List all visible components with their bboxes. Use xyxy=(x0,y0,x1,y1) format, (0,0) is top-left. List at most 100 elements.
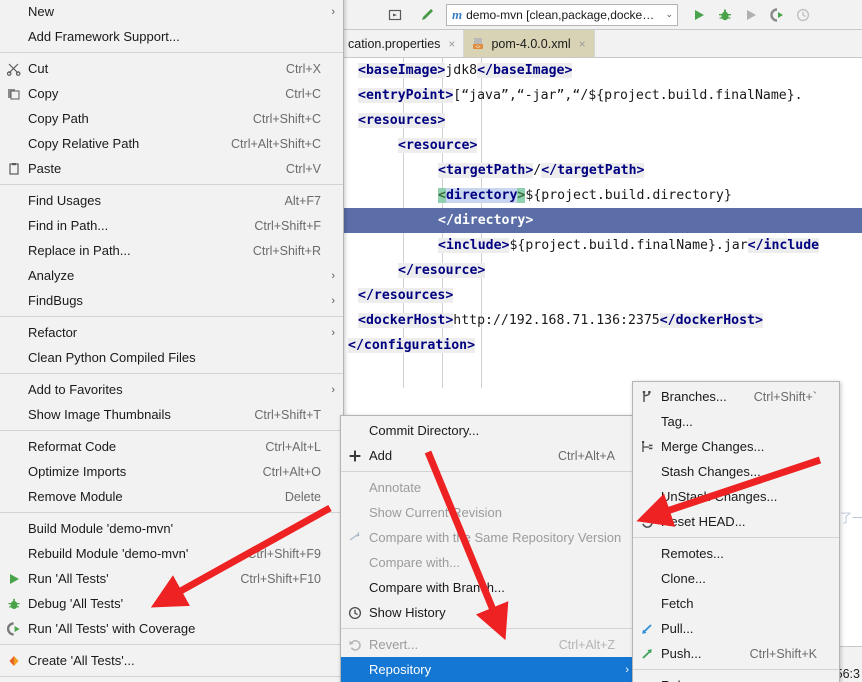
project-structure-icon[interactable] xyxy=(382,3,408,27)
context-menu-item-add-framework-support[interactable]: Add Framework Support... xyxy=(0,24,343,49)
menu-item-label: Analyze xyxy=(28,268,75,283)
context-menu-item-create-all-tests[interactable]: Create 'All Tests'... xyxy=(0,648,343,673)
coverage-icon[interactable] xyxy=(764,3,790,27)
code-token: <resource> xyxy=(398,138,478,153)
context-menu-item-run-all-tests-with-coverage[interactable]: Run 'All Tests' with Coverage xyxy=(0,616,343,641)
menu-item-label: Cut xyxy=(28,61,49,76)
repository-submenu-item-remotes[interactable]: Remotes... xyxy=(633,541,839,566)
close-icon[interactable]: × xyxy=(448,37,455,51)
context-menu-item-copy-path[interactable]: Copy Path Ctrl+Shift+C xyxy=(0,106,343,131)
git-submenu-item-annotate[interactable]: Annotate xyxy=(341,475,637,500)
run-icon[interactable] xyxy=(686,3,712,27)
git-submenu[interactable]: Commit Directory... Add Ctrl+Alt+A Annotate… xyxy=(340,415,638,682)
repository-submenu-item-clone[interactable]: Clone... xyxy=(633,566,839,591)
context-menu-item-build-module-demo-mvn[interactable]: Build Module 'demo-mvn' xyxy=(0,516,343,541)
code-line: <baseImage>jdk8</baseImage> xyxy=(340,58,862,83)
context-menu-item-run-all-tests[interactable]: Run 'All Tests' Ctrl+Shift+F10 xyxy=(0,566,343,591)
chevron-right-icon: › xyxy=(331,5,335,18)
close-icon[interactable]: × xyxy=(579,37,586,51)
hammer-icon[interactable] xyxy=(414,3,440,27)
no-icon xyxy=(341,500,369,525)
context-menu-item-analyze[interactable]: Analyze › xyxy=(0,263,343,288)
menu-item-label: Revert... xyxy=(369,637,419,652)
no-icon xyxy=(0,24,28,49)
repository-submenu-item-reset-head[interactable]: Reset HEAD... xyxy=(633,509,839,534)
repository-submenu[interactable]: Branches... Ctrl+Shift+` Tag... Merge Chang… xyxy=(632,381,840,682)
git-submenu-item-compare-with[interactable]: Compare with... xyxy=(341,550,637,575)
no-icon xyxy=(341,475,369,500)
context-menu-item-add-to-favorites[interactable]: Add to Favorites › xyxy=(0,377,343,402)
repository-submenu-item-fetch[interactable]: Fetch xyxy=(633,591,839,616)
menu-item-label: Stash Changes... xyxy=(661,464,761,479)
git-submenu-item-revert[interactable]: Revert... Ctrl+Alt+Z xyxy=(341,632,637,657)
context-menu-item-new[interactable]: New › xyxy=(0,0,343,24)
menu-separator xyxy=(0,430,343,431)
context-menu[interactable]: New › Add Framework Support... Cut Ctrl+X Cop… xyxy=(0,0,344,682)
repository-submenu-item-push[interactable]: Push... Ctrl+Shift+K xyxy=(633,641,839,666)
menu-separator xyxy=(0,373,343,374)
code-token: ${project.build.finalName}.jar xyxy=(509,238,748,253)
context-menu-item-remove-module[interactable]: Remove Module Delete xyxy=(0,484,343,509)
context-menu-item-debug-all-tests[interactable]: Debug 'All Tests' xyxy=(0,591,343,616)
context-menu-item-cut[interactable]: Cut Ctrl+X xyxy=(0,56,343,81)
menu-item-label: Compare with Branch... xyxy=(369,580,505,595)
repository-submenu-item-pull[interactable]: Pull... xyxy=(633,616,839,641)
no-icon xyxy=(0,516,28,541)
menu-item-label: Push... xyxy=(661,646,702,661)
chevron-right-icon: › xyxy=(331,294,335,307)
repository-submenu-item-unstash-changes[interactable]: UnStash Changes... xyxy=(633,484,839,509)
menu-item-label: Build Module 'demo-mvn' xyxy=(28,521,174,536)
chevron-right-icon: › xyxy=(331,326,335,339)
no-icon xyxy=(0,402,28,427)
code-token: <targetPath> xyxy=(438,163,534,178)
code-token: </resource> xyxy=(398,263,486,278)
context-menu-item-replace-in-path[interactable]: Replace in Path... Ctrl+Shift+R xyxy=(0,238,343,263)
context-menu-item-reformat-code[interactable]: Reformat Code Ctrl+Alt+L xyxy=(0,434,343,459)
repository-submenu-item-merge-changes[interactable]: Merge Changes... xyxy=(633,434,839,459)
no-icon xyxy=(0,0,28,24)
editor-tab-pom[interactable]: <> pom-4.0.0.xml × xyxy=(464,30,595,57)
context-menu-item-rebuild-module-demo-mvn[interactable]: Rebuild Module 'demo-mvn' Ctrl+Shift+F9 xyxy=(0,541,343,566)
context-menu-item-copy[interactable]: Copy Ctrl+C xyxy=(0,81,343,106)
repository-submenu-item-stash-changes[interactable]: Stash Changes... xyxy=(633,459,839,484)
menu-item-shortcut: Ctrl+Shift+R xyxy=(252,243,321,258)
git-submenu-item-compare-with-the-same-repository-version[interactable]: Compare with the Same Repository Version xyxy=(341,525,637,550)
create-config-icon xyxy=(0,648,28,673)
code-line: <resources> xyxy=(340,108,862,133)
menu-item-label: Compare with... xyxy=(369,555,461,570)
code-token: </targetPath> xyxy=(541,163,645,178)
editor-tab-label: pom-4.0.0.xml xyxy=(491,36,571,51)
menu-separator xyxy=(341,628,637,629)
context-menu-item-paste[interactable]: Paste Ctrl+V xyxy=(0,156,343,181)
context-menu-item-copy-relative-path[interactable]: Copy Relative Path Ctrl+Alt+Shift+C xyxy=(0,131,343,156)
editor-tab-properties[interactable]: cation.properties × xyxy=(340,30,465,57)
context-menu-item-findbugs[interactable]: FindBugs › xyxy=(0,288,343,313)
plus-icon xyxy=(341,443,369,468)
context-menu-item-find-in-path[interactable]: Find in Path... Ctrl+Shift+F xyxy=(0,213,343,238)
no-icon xyxy=(0,434,28,459)
code-line: </configuration> xyxy=(340,333,862,358)
debug-icon[interactable] xyxy=(712,3,738,27)
chevron-down-icon[interactable]: ⌄ xyxy=(665,9,673,20)
run-configuration-selector[interactable]: m demo-mvn [clean,package,docker:build..… xyxy=(446,3,678,26)
code-line: <include>${project.build.finalName}.jar<… xyxy=(340,233,862,258)
context-menu-item-clean-python-compiled-files[interactable]: Clean Python Compiled Files xyxy=(0,345,343,370)
git-submenu-item-show-history[interactable]: Show History xyxy=(341,600,637,625)
context-menu-item-show-image-thumbnails[interactable]: Show Image Thumbnails Ctrl+Shift+T xyxy=(0,402,343,427)
git-submenu-item-commit-directory[interactable]: Commit Directory... xyxy=(341,418,637,443)
context-menu-item-find-usages[interactable]: Find Usages Alt+F7 xyxy=(0,188,343,213)
menu-item-label: Fetch xyxy=(661,596,694,611)
git-submenu-item-compare-with-branch[interactable]: Compare with Branch... xyxy=(341,575,637,600)
git-submenu-item-repository[interactable]: Repository › xyxy=(341,657,637,682)
context-menu-item-optimize-imports[interactable]: Optimize Imports Ctrl+Alt+O xyxy=(0,459,343,484)
branch-icon xyxy=(633,384,661,409)
repository-submenu-item-rebase[interactable]: Rebase... xyxy=(633,673,839,682)
repository-submenu-item-branches[interactable]: Branches... Ctrl+Shift+` xyxy=(633,384,839,409)
context-menu-item-refactor[interactable]: Refactor › xyxy=(0,320,343,345)
coverage-icon xyxy=(0,616,28,641)
menu-item-label: Replace in Path... xyxy=(28,243,131,258)
git-submenu-item-show-current-revision[interactable]: Show Current Revision xyxy=(341,500,637,525)
no-icon xyxy=(0,484,28,509)
repository-submenu-item-tag[interactable]: Tag... xyxy=(633,409,839,434)
git-submenu-item-add[interactable]: Add Ctrl+Alt+A xyxy=(341,443,637,468)
